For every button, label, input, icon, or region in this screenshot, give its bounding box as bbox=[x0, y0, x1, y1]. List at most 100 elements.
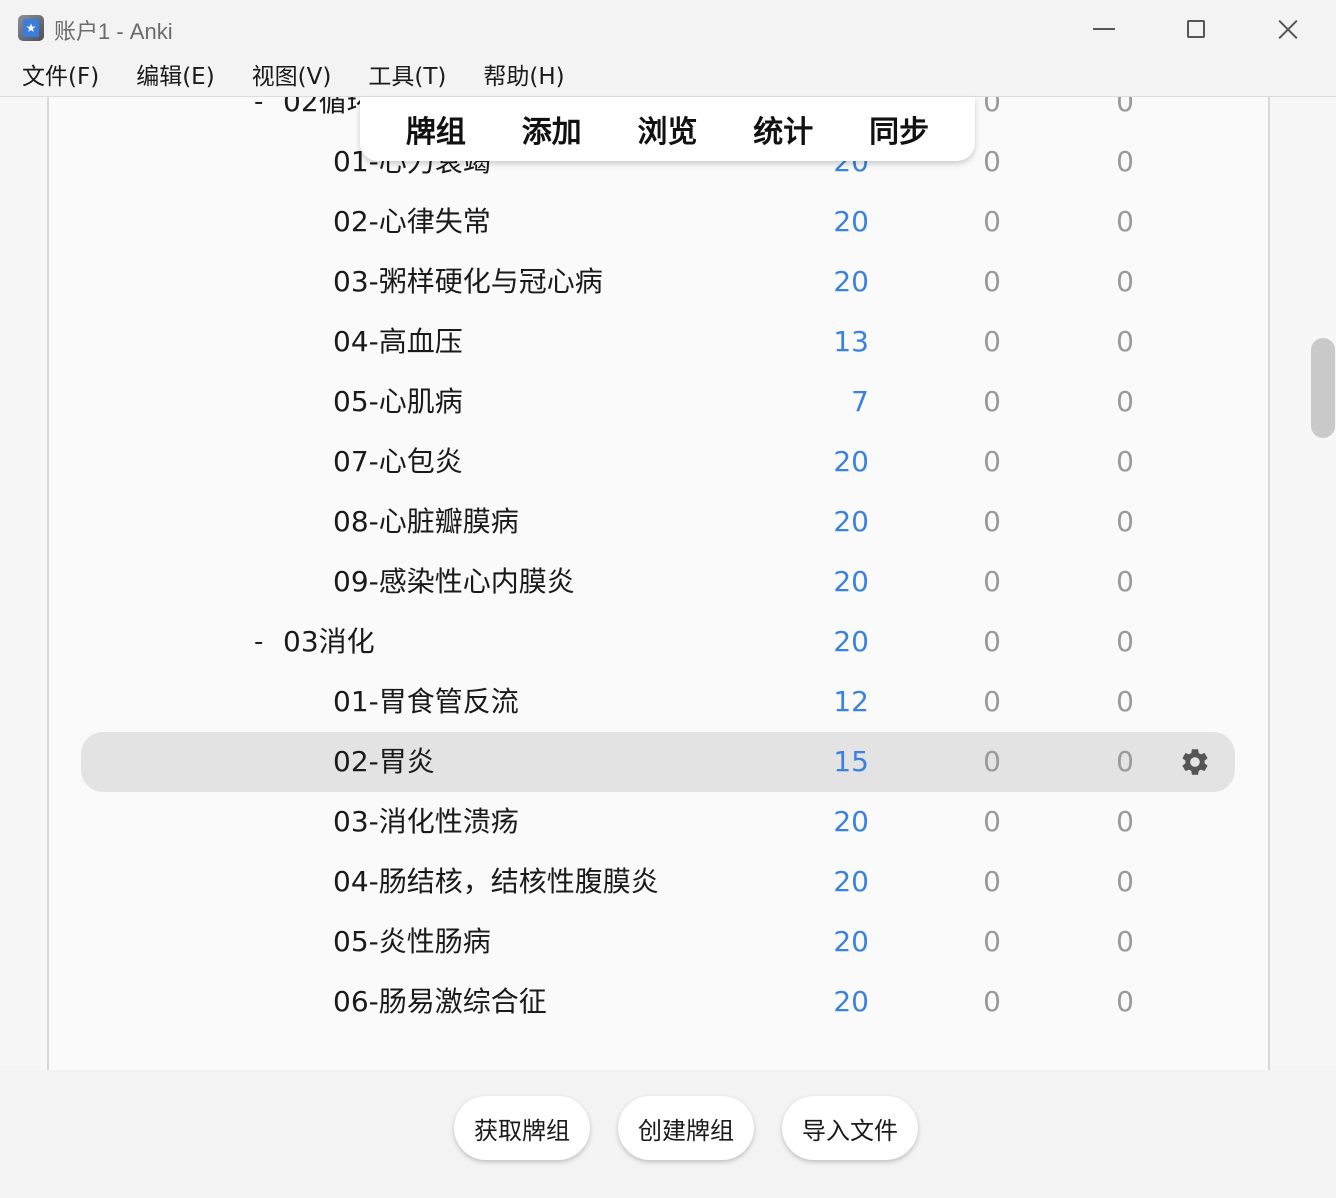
new-count: 13 bbox=[833, 325, 869, 358]
deck-name-link[interactable]: 03消化 bbox=[283, 612, 375, 672]
due-count: 0 bbox=[1116, 445, 1134, 478]
deck-row[interactable]: 02-胃炎 15 0 0 bbox=[49, 732, 1268, 792]
gear-icon[interactable] bbox=[1179, 746, 1211, 778]
learn-count: 0 bbox=[983, 865, 1001, 898]
due-count: 0 bbox=[1116, 805, 1134, 838]
nav-decks[interactable]: 牌组 bbox=[406, 107, 466, 151]
new-count: 7 bbox=[851, 385, 869, 418]
collapse-toggle[interactable]: - bbox=[254, 97, 263, 132]
due-count: 0 bbox=[1116, 505, 1134, 538]
due-count: 0 bbox=[1116, 685, 1134, 718]
deck-row[interactable]: 05-心肌病 7 0 0 bbox=[49, 372, 1268, 432]
deck-name-link[interactable]: 02-胃炎 bbox=[333, 732, 435, 792]
learn-count: 0 bbox=[983, 505, 1001, 538]
deck-row[interactable]: 03-粥样硬化与冠心病 20 0 0 bbox=[49, 252, 1268, 312]
learn-count: 0 bbox=[983, 925, 1001, 958]
due-count: 0 bbox=[1116, 925, 1134, 958]
learn-count: 0 bbox=[983, 805, 1001, 838]
learn-count: 0 bbox=[983, 625, 1001, 658]
deck-name-link[interactable]: 07-心包炎 bbox=[333, 432, 463, 492]
deck-name-link[interactable]: 03-消化性溃疡 bbox=[333, 792, 519, 852]
menu-bar: 文件(F) 编辑(E) 视图(V) 工具(T) 帮助(H) bbox=[0, 58, 1336, 97]
menu-tools[interactable]: 工具(T) bbox=[346, 58, 461, 96]
learn-count: 0 bbox=[983, 745, 1001, 778]
deck-name-link[interactable]: 09-感染性心内膜炎 bbox=[333, 552, 575, 612]
deck-name-link[interactable]: 03-粥样硬化与冠心病 bbox=[333, 252, 603, 312]
learn-count: 0 bbox=[983, 685, 1001, 718]
deck-row[interactable]: -03消化 20 0 0 bbox=[49, 612, 1268, 672]
new-count: 20 bbox=[833, 625, 869, 658]
nav-stats[interactable]: 统计 bbox=[753, 107, 813, 151]
new-count: 20 bbox=[833, 265, 869, 298]
learn-count: 0 bbox=[983, 265, 1001, 298]
scrollbar-thumb[interactable] bbox=[1311, 338, 1335, 438]
due-count: 0 bbox=[1116, 745, 1134, 778]
menu-file[interactable]: 文件(F) bbox=[0, 58, 114, 96]
deck-row[interactable]: 05-炎性肠病 20 0 0 bbox=[49, 912, 1268, 972]
deck-name-link[interactable]: 02-心律失常 bbox=[333, 192, 491, 252]
deck-row[interactable]: 09-感染性心内膜炎 20 0 0 bbox=[49, 552, 1268, 612]
new-count: 20 bbox=[833, 565, 869, 598]
new-count: 20 bbox=[833, 505, 869, 538]
menu-help[interactable]: 帮助(H) bbox=[461, 58, 579, 96]
due-count: 0 bbox=[1116, 205, 1134, 238]
learn-count: 0 bbox=[983, 205, 1001, 238]
new-count: 20 bbox=[833, 865, 869, 898]
deck-row[interactable]: 04-高血压 13 0 0 bbox=[49, 312, 1268, 372]
deck-name-link[interactable]: 05-心肌病 bbox=[333, 372, 463, 432]
nav-sync[interactable]: 同步 bbox=[869, 107, 929, 151]
window-title: 账户1 - Anki bbox=[54, 19, 173, 44]
learn-count: 0 bbox=[983, 385, 1001, 418]
menu-view[interactable]: 视图(V) bbox=[230, 58, 347, 96]
nav-browse[interactable]: 浏览 bbox=[637, 107, 697, 151]
deck-name-link[interactable]: 04-高血压 bbox=[333, 312, 463, 372]
new-count: 20 bbox=[833, 985, 869, 1018]
due-count: 0 bbox=[1116, 385, 1134, 418]
create-deck-button[interactable]: 创建牌组 bbox=[618, 1096, 754, 1160]
import-file-button[interactable]: 导入文件 bbox=[782, 1096, 918, 1160]
deck-list-panel[interactable]: -02循环200001-心力衰竭200002-心律失常200003-粥样硬化与冠… bbox=[47, 97, 1270, 1070]
deck-name-link[interactable]: 01-胃食管反流 bbox=[333, 672, 519, 732]
maximize-button[interactable] bbox=[1150, 0, 1242, 58]
due-count: 0 bbox=[1116, 985, 1134, 1018]
new-count: 20 bbox=[833, 445, 869, 478]
deck-name-link[interactable]: 04-肠结核，结核性腹膜炎 bbox=[333, 852, 659, 912]
main-content: -02循环200001-心力衰竭200002-心律失常200003-粥样硬化与冠… bbox=[0, 97, 1336, 1198]
minimize-button[interactable] bbox=[1058, 0, 1150, 58]
new-count: 20 bbox=[833, 205, 869, 238]
new-count: 15 bbox=[833, 745, 869, 778]
due-count: 0 bbox=[1116, 97, 1134, 118]
new-count: 12 bbox=[833, 685, 869, 718]
deck-name-link[interactable]: 06-肠易激综合征 bbox=[333, 972, 547, 1032]
deck-row[interactable]: 08-心脏瓣膜病 20 0 0 bbox=[49, 492, 1268, 552]
anki-star-icon: ★ bbox=[18, 15, 44, 41]
due-count: 0 bbox=[1116, 145, 1134, 178]
deck-name-link[interactable]: 05-炎性肠病 bbox=[333, 912, 491, 972]
due-count: 0 bbox=[1116, 565, 1134, 598]
deck-row[interactable]: 07-心包炎 20 0 0 bbox=[49, 432, 1268, 492]
due-count: 0 bbox=[1116, 325, 1134, 358]
close-button[interactable] bbox=[1242, 0, 1334, 58]
maximize-icon bbox=[1187, 20, 1205, 38]
menu-edit[interactable]: 编辑(E) bbox=[114, 58, 229, 96]
nav-add[interactable]: 添加 bbox=[522, 107, 582, 151]
collapse-toggle[interactable]: - bbox=[254, 612, 263, 672]
deck-row[interactable]: 06-肠易激综合征 20 0 0 bbox=[49, 972, 1268, 1032]
learn-count: 0 bbox=[983, 445, 1001, 478]
learn-count: 0 bbox=[983, 565, 1001, 598]
top-nav: 牌组 添加 浏览 统计 同步 bbox=[360, 97, 975, 161]
bottom-bar: 获取牌组 创建牌组 导入文件 bbox=[0, 1070, 1336, 1198]
minimize-icon bbox=[1093, 28, 1115, 30]
close-icon bbox=[1277, 18, 1299, 40]
new-count: 20 bbox=[833, 805, 869, 838]
deck-name-link[interactable]: 08-心脏瓣膜病 bbox=[333, 492, 519, 552]
deck-row[interactable]: 03-消化性溃疡 20 0 0 bbox=[49, 792, 1268, 852]
deck-row[interactable]: 04-肠结核，结核性腹膜炎 20 0 0 bbox=[49, 852, 1268, 912]
deck-row[interactable]: 01-胃食管反流 12 0 0 bbox=[49, 672, 1268, 732]
learn-count: 0 bbox=[983, 325, 1001, 358]
deck-row[interactable]: 02-心律失常 20 0 0 bbox=[49, 192, 1268, 252]
due-count: 0 bbox=[1116, 625, 1134, 658]
get-decks-button[interactable]: 获取牌组 bbox=[454, 1096, 590, 1160]
due-count: 0 bbox=[1116, 265, 1134, 298]
learn-count: 0 bbox=[983, 985, 1001, 1018]
